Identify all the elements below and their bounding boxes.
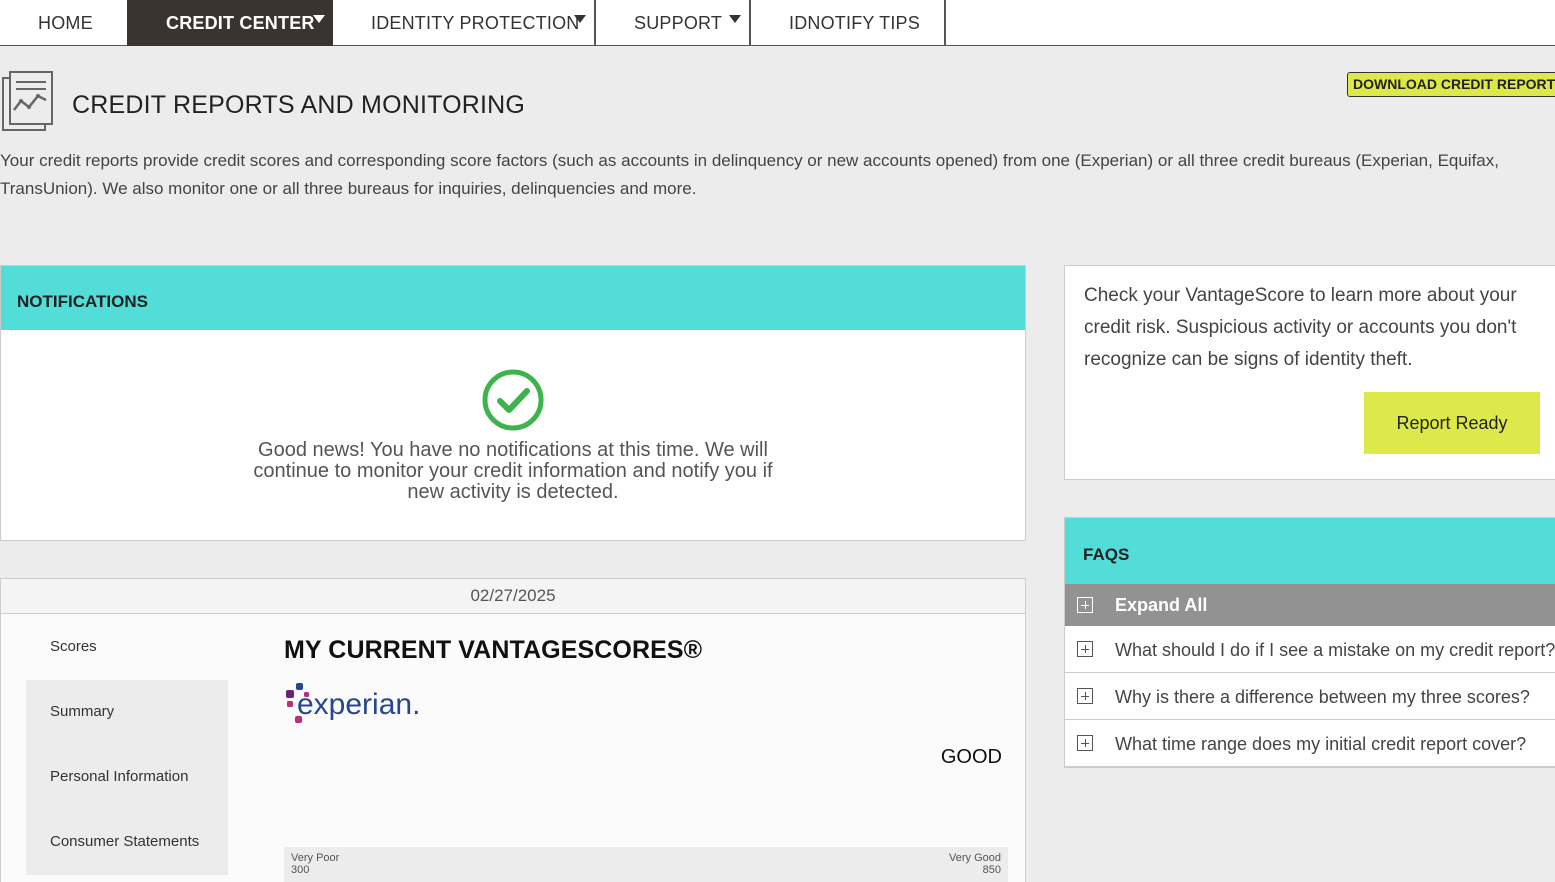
range-high-label: Very Good: [949, 852, 1001, 864]
nav-credit-center[interactable]: CREDIT CENTER: [127, 0, 333, 46]
top-navigation: HOME CREDIT CENTER IDENTITY PROTECTION S…: [0, 0, 1555, 46]
credit-report-icon: [2, 71, 53, 131]
nav-identity-protection-label: IDENTITY PROTECTION: [371, 12, 580, 33]
faq-item[interactable]: What time range does my initial credit r…: [1065, 720, 1555, 767]
score-range-low: Very Poor 300: [291, 852, 339, 876]
range-low-label: Very Poor: [291, 852, 340, 864]
chevron-down-icon: [574, 15, 586, 23]
range-high-value: 850: [982, 864, 1001, 876]
score-range-high: Very Good 850: [949, 852, 1001, 876]
experian-logo: experian.: [286, 683, 420, 723]
nav-support-label: SUPPORT: [634, 12, 723, 33]
side-menu-scores[interactable]: Scores: [26, 615, 228, 680]
expand-plus-icon: [1077, 735, 1093, 751]
score-range-bar: Very Poor 300 Very Good 850: [284, 847, 1008, 882]
chevron-down-icon: [729, 15, 741, 23]
report-date: 02/27/2025: [1, 579, 1025, 614]
page-title: CREDIT REPORTS AND MONITORING: [72, 91, 526, 119]
nav-support[interactable]: SUPPORT: [596, 0, 751, 46]
faq-question: What should I do if I see a mistake on m…: [1115, 640, 1555, 660]
side-menu-consumer-statements[interactable]: Consumer Statements: [26, 810, 228, 875]
faq-item[interactable]: Why is there a difference between my thr…: [1065, 673, 1555, 720]
download-credit-reports-button[interactable]: DOWNLOAD CREDIT REPORTS: [1347, 72, 1555, 97]
nav-home[interactable]: HOME: [0, 0, 127, 46]
expand-plus-icon: [1077, 597, 1093, 613]
nav-idnotify-tips[interactable]: IDNOTIFY TIPS: [751, 0, 946, 46]
faq-question: What time range does my initial credit r…: [1115, 734, 1527, 754]
nav-credit-center-label: CREDIT CENTER: [166, 12, 315, 33]
chevron-down-icon: [313, 15, 325, 23]
side-menu-summary[interactable]: Summary: [26, 680, 228, 745]
faq-title: FAQS: [1065, 518, 1555, 584]
scores-title: MY CURRENT VANTAGESCORES®: [284, 636, 703, 664]
faq-panel: FAQS Expand All What should I do if I se…: [1064, 517, 1555, 768]
faq-question: Why is there a difference between my thr…: [1115, 687, 1530, 707]
vantage-card: Check your VantageScore to learn more ab…: [1064, 265, 1555, 480]
page-description: Your credit reports provide credit score…: [0, 151, 1499, 198]
report-side-menu: Scores Summary Personal Information Cons…: [26, 615, 228, 875]
score-rating: GOOD: [940, 746, 1002, 768]
check-circle-icon: [482, 369, 544, 431]
side-menu-personal-information[interactable]: Personal Information: [26, 745, 228, 810]
notifications-title: NOTIFICATIONS: [1, 266, 1025, 330]
faq-expand-all-label: Expand All: [1115, 595, 1208, 615]
faq-expand-all[interactable]: Expand All: [1065, 584, 1555, 626]
nav-home-label: HOME: [38, 12, 93, 33]
notifications-panel: NOTIFICATIONS Good news! You have no not…: [0, 265, 1026, 541]
vantage-description: Check your VantageScore to learn more ab…: [1084, 285, 1517, 370]
expand-plus-icon: [1077, 688, 1093, 704]
faq-item[interactable]: What should I do if I see a mistake on m…: [1065, 626, 1555, 673]
report-ready-button[interactable]: Report Ready: [1364, 392, 1540, 454]
scores-panel: 02/27/2025 Scores Summary Personal Infor…: [0, 578, 1026, 882]
expand-plus-icon: [1077, 641, 1093, 657]
range-low-value: 300: [291, 864, 310, 876]
notifications-message: Good news! You have no notifications at …: [253, 439, 773, 503]
nav-identity-protection[interactable]: IDENTITY PROTECTION: [333, 0, 596, 46]
experian-logo-text: experian.: [297, 688, 420, 721]
nav-idnotify-tips-label: IDNOTIFY TIPS: [789, 12, 920, 33]
